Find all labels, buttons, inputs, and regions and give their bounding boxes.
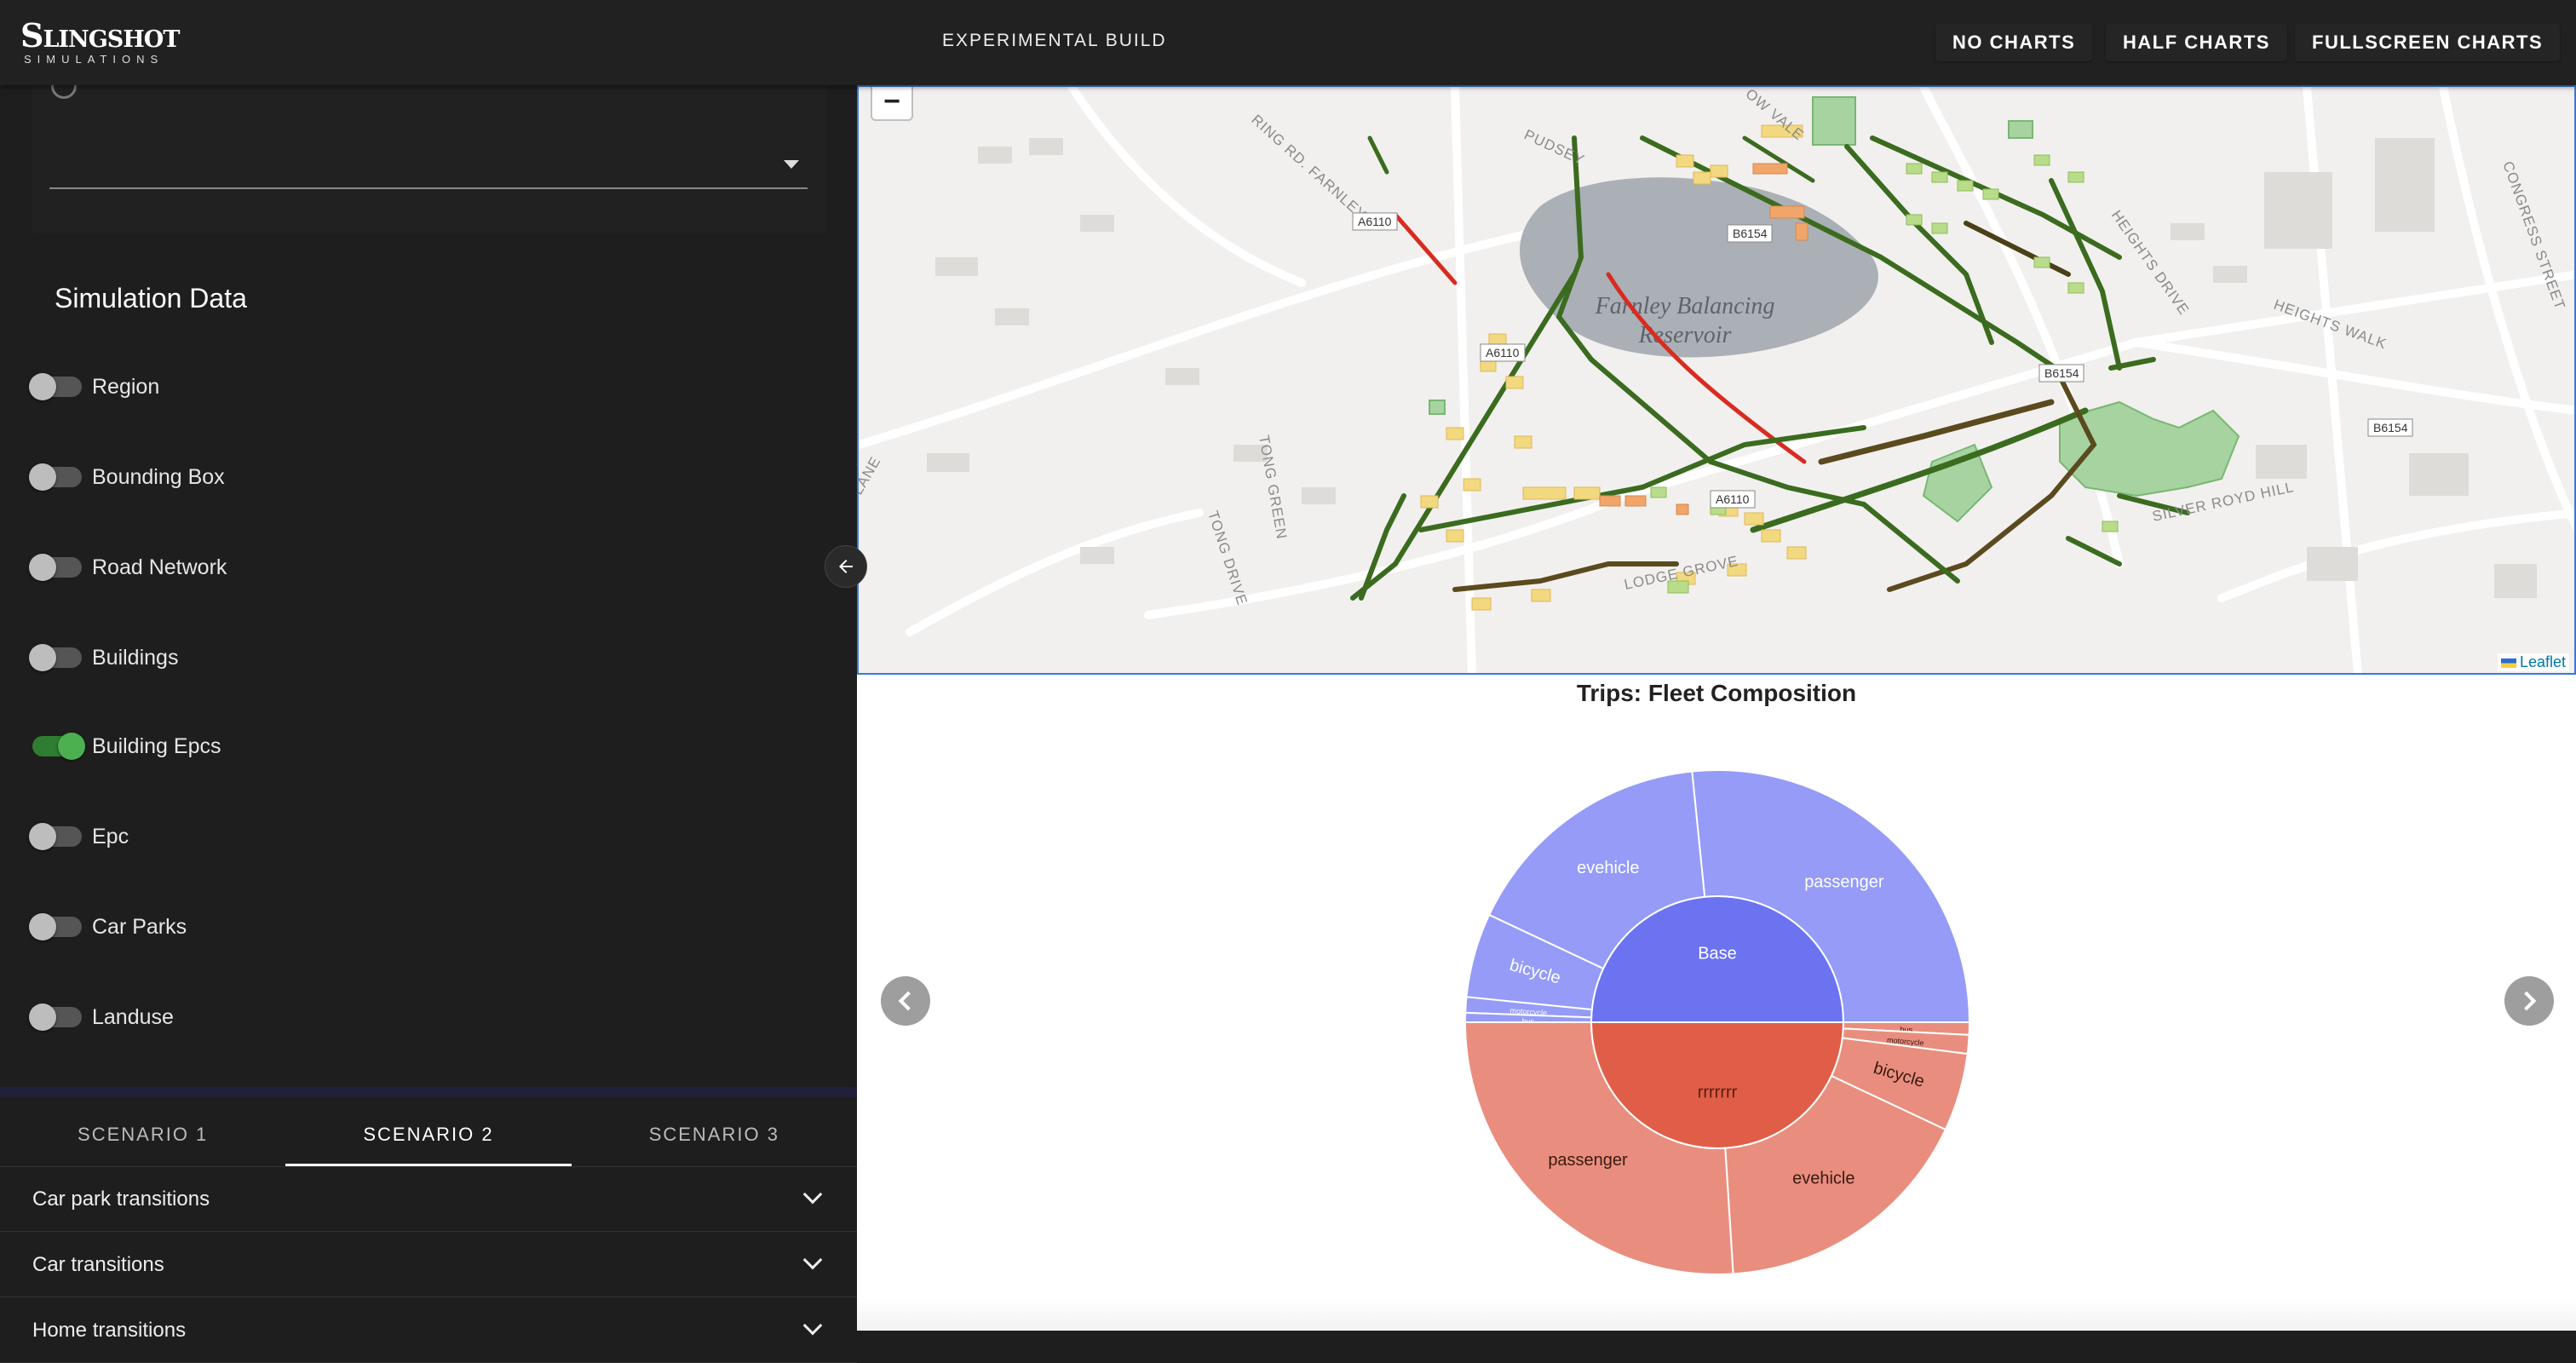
chart-panel: Trips: Fleet Composition Base rrrrrrr pass… (857, 675, 2576, 1331)
sunburst-outer-label: passenger (1548, 1151, 1628, 1170)
svg-text:Reservoir: Reservoir (1638, 322, 1732, 348)
switch[interactable] (29, 823, 82, 850)
scenario-tabs: SCENARIO 1 SCENARIO 2 SCENARIO 3 (0, 1102, 857, 1167)
toggle-road-network[interactable]: Road Network (29, 550, 227, 584)
top-app-bar: Slingshot SIMULATIONS EXPERIMENTAL BUILD… (0, 0, 2576, 85)
switch-knob (58, 733, 85, 760)
dropdown-caret-icon (784, 160, 799, 169)
accordion-home-transitions[interactable]: Home transitions (0, 1298, 857, 1363)
svg-text:A6110: A6110 (1716, 492, 1750, 506)
switch-knob (29, 823, 56, 850)
svg-text:CONGRESS STREET: CONGRESS STREET (2499, 159, 2568, 312)
attribution-link[interactable]: Leaflet (2520, 653, 2566, 670)
sunburst-inner-label: rrrrrrr (1698, 1083, 1738, 1101)
toggle-bounding-box[interactable]: Bounding Box (29, 460, 225, 494)
svg-text:LANE: LANE (859, 454, 884, 497)
previous-chart-button[interactable] (881, 976, 930, 1026)
half-charts-button[interactable]: HALF CHARTS (2106, 24, 2287, 61)
sunburst-outer-label: evehicle (1577, 859, 1639, 877)
toggle-label: Buildings (92, 645, 179, 670)
sunburst-inner-label: Base (1698, 945, 1737, 963)
toggle-epc[interactable]: Epc (29, 820, 129, 854)
chevron-down-icon (802, 1184, 823, 1205)
accordion-label: Car transitions (32, 1253, 164, 1276)
accordion-car-park-transitions[interactable]: Car park transitions (0, 1167, 857, 1232)
no-charts-button[interactable]: NO CHARTS (1935, 24, 2093, 61)
build-label: EXPERIMENTAL BUILD (942, 31, 1167, 50)
simulation-data-title: Simulation Data (55, 283, 247, 313)
flag-icon (2500, 658, 2516, 668)
toggle-building-epcs[interactable]: Building Epcs (32, 729, 221, 763)
svg-text:B6154: B6154 (2373, 421, 2408, 434)
switch[interactable] (29, 463, 82, 491)
toggle-label: Landuse (92, 1004, 174, 1029)
map-view[interactable]: Farnley Balancing Reservoir PUDSEY RING … (857, 85, 2576, 675)
toggle-label: Car Parks (92, 914, 187, 939)
toggle-label: Bounding Box (92, 464, 225, 489)
svg-text:RING RD. FARNLEY: RING RD. FARNLEY (1248, 112, 1370, 223)
toggle-label: Building Epcs (92, 733, 221, 758)
sunburst-outer-label: evehicle (1792, 1170, 1854, 1188)
svg-text:TONG GREEN: TONG GREEN (1256, 434, 1290, 540)
chevron-down-icon (802, 1250, 823, 1270)
svg-text:TONG DRIVE: TONG DRIVE (1205, 509, 1251, 607)
tab-scenario-2[interactable]: SCENARIO 2 (285, 1102, 572, 1166)
switch-knob (29, 913, 56, 940)
toggle-label: Epc (92, 824, 129, 848)
switch-knob (29, 644, 56, 671)
sunburst-chart[interactable]: Baserrrrrrrpassengerevehiclebicyclemotor… (1419, 751, 2015, 1297)
chevron-left-icon (898, 991, 918, 1011)
sunburst-outer-label: passenger (1804, 872, 1884, 891)
switch[interactable] (29, 913, 82, 940)
switch[interactable] (29, 644, 82, 671)
switch[interactable] (29, 554, 82, 581)
chart-bottom-fade (857, 1297, 2576, 1331)
arrow-left-icon (839, 560, 853, 573)
chevron-right-icon (2516, 991, 2537, 1011)
tab-scenario-3[interactable]: SCENARIO 3 (572, 1102, 857, 1166)
svg-text:B6154: B6154 (1733, 227, 1768, 240)
toggle-buildings[interactable]: Buildings (29, 641, 179, 675)
collapse-sidebar-button[interactable] (825, 545, 867, 588)
layer-select-dropdown[interactable] (49, 145, 808, 189)
fullscreen-charts-button[interactable]: FULLSCREEN CHARTS (2295, 24, 2561, 61)
svg-text:A6110: A6110 (1486, 346, 1520, 359)
svg-text:B6154: B6154 (2044, 366, 2079, 380)
next-chart-button[interactable] (2504, 976, 2554, 1026)
toggle-landuse[interactable]: Landuse (29, 1000, 174, 1034)
tab-scenario-1[interactable]: SCENARIO 1 (0, 1102, 285, 1166)
divider (0, 1087, 857, 1097)
switch-knob (29, 463, 56, 491)
toggle-label: Region (92, 374, 160, 399)
layer-select-card (32, 73, 826, 233)
logo-sub-text: SIMULATIONS (24, 53, 164, 66)
chevron-down-icon (802, 1315, 823, 1336)
toggle-car-parks[interactable]: Car Parks (29, 910, 187, 944)
switch-knob (29, 1004, 56, 1031)
zoom-out-button[interactable]: − (871, 87, 913, 121)
switch[interactable] (32, 733, 85, 760)
switch[interactable] (29, 1004, 82, 1031)
toggle-label: Road Network (92, 555, 227, 579)
chart-title: Trips: Fleet Composition (1576, 680, 1857, 706)
switch-knob (29, 554, 56, 581)
svg-text:A6110: A6110 (1358, 215, 1392, 228)
accordion-car-transitions[interactable]: Car transitions (0, 1233, 857, 1297)
accordion-label: Home transitions (32, 1319, 187, 1342)
accordion-label: Car park transitions (32, 1188, 210, 1211)
toggle-region[interactable]: Region (29, 370, 160, 404)
logo-main-text: Slingshot (20, 16, 180, 55)
switch[interactable] (29, 373, 82, 400)
map-canvas: Farnley Balancing Reservoir PUDSEY RING … (859, 87, 2574, 673)
switch-knob (29, 373, 56, 400)
slingshot-logo[interactable]: Slingshot SIMULATIONS (20, 16, 180, 68)
leaflet-attribution[interactable]: Leaflet (2497, 653, 2569, 671)
sidebar: Simulation Data Region Bounding Box Road… (0, 73, 857, 1363)
